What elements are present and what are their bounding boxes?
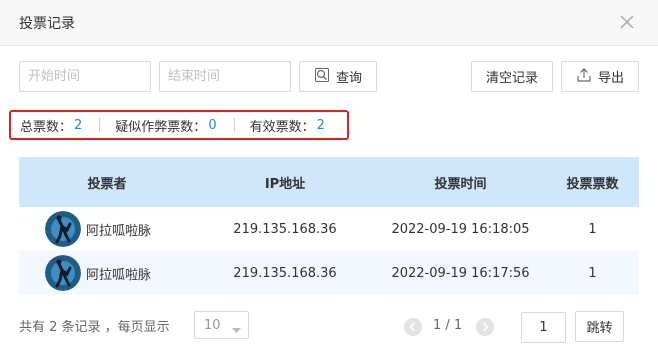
vote-count-cell: 1 xyxy=(588,221,597,237)
export-label: 导出 xyxy=(597,71,624,86)
voter-cell: 阿拉呱啦脉 xyxy=(19,255,195,291)
stat-label: 总票数： xyxy=(20,119,73,135)
export-icon xyxy=(576,67,592,87)
column-header-vote-time: 投票时间 xyxy=(434,176,487,192)
chevron-left-icon[interactable] xyxy=(404,318,422,336)
dialog-header: 投票记录 xyxy=(0,0,658,46)
page-indicator: 1 / 1 xyxy=(433,318,463,333)
jump-label: 跳转 xyxy=(586,321,613,336)
jump-page-input[interactable] xyxy=(521,312,566,343)
jump-button[interactable]: 跳转 xyxy=(575,311,624,342)
column-header-ip: IP地址 xyxy=(264,176,306,192)
column-header-vote-count: 投票票数 xyxy=(566,176,619,192)
caret-down-icon xyxy=(232,323,241,338)
export-button[interactable]: 导出 xyxy=(561,61,639,92)
table-header: 投票者 IP地址 投票时间 投票票数 xyxy=(19,157,639,207)
clear-records-button[interactable]: 清空记录 xyxy=(471,61,553,92)
stat-value: 0 xyxy=(208,117,217,133)
search-icon xyxy=(314,67,330,87)
vote-count-cell: 1 xyxy=(588,265,597,281)
avatar xyxy=(45,211,81,247)
voter-name: 阿拉呱啦脉 xyxy=(86,223,152,239)
stat-label: 有效票数： xyxy=(249,119,315,135)
stat-total-votes: 总票数： 2 xyxy=(20,116,82,135)
query-button[interactable]: 查询 xyxy=(299,61,377,92)
page-size-value: 10 xyxy=(204,317,221,333)
close-icon[interactable] xyxy=(617,12,637,32)
divider xyxy=(99,118,101,132)
stat-label: 疑似作弊票数： xyxy=(115,119,207,135)
table-row: 阿拉呱啦脉 219.135.168.36 2022-09-19 16:17:56… xyxy=(19,251,639,295)
ip-cell: 219.135.168.36 xyxy=(233,221,337,237)
query-label: 查询 xyxy=(335,71,362,86)
stat-value: 2 xyxy=(74,117,83,133)
avatar xyxy=(45,255,81,291)
vote-stats-bar: 总票数： 2 疑似作弊票数： 0 有效票数： 2 xyxy=(9,110,349,140)
records-summary: 共有 2 条记录 ，每页显示 xyxy=(19,320,170,335)
stat-valid-votes: 有效票数： 2 xyxy=(250,116,325,135)
column-header-voter: 投票者 xyxy=(87,176,127,192)
dialog-title: 投票记录 xyxy=(19,16,75,32)
ip-cell: 219.135.168.36 xyxy=(233,265,337,281)
vote-records-table: 投票者 IP地址 投票时间 投票票数 阿拉呱啦脉 219.135.168.36 … xyxy=(19,157,639,295)
stat-suspected-cheat-votes: 疑似作弊票数： 0 xyxy=(115,116,216,135)
page-size-select[interactable]: 10 xyxy=(194,311,249,339)
table-row: 阿拉呱啦脉 219.135.168.36 2022-09-19 16:18:05… xyxy=(19,207,639,251)
start-time-input[interactable] xyxy=(19,61,151,92)
chevron-right-icon[interactable] xyxy=(476,318,494,336)
end-time-input[interactable] xyxy=(159,61,291,92)
vote-time-cell: 2022-09-19 16:17:56 xyxy=(391,265,530,281)
clear-records-label: 清空记录 xyxy=(485,71,538,86)
voter-cell: 阿拉呱啦脉 xyxy=(19,211,195,247)
stat-value: 2 xyxy=(316,117,325,133)
vote-time-cell: 2022-09-19 16:18:05 xyxy=(391,221,530,237)
voter-name: 阿拉呱啦脉 xyxy=(86,267,152,283)
divider xyxy=(233,118,235,132)
